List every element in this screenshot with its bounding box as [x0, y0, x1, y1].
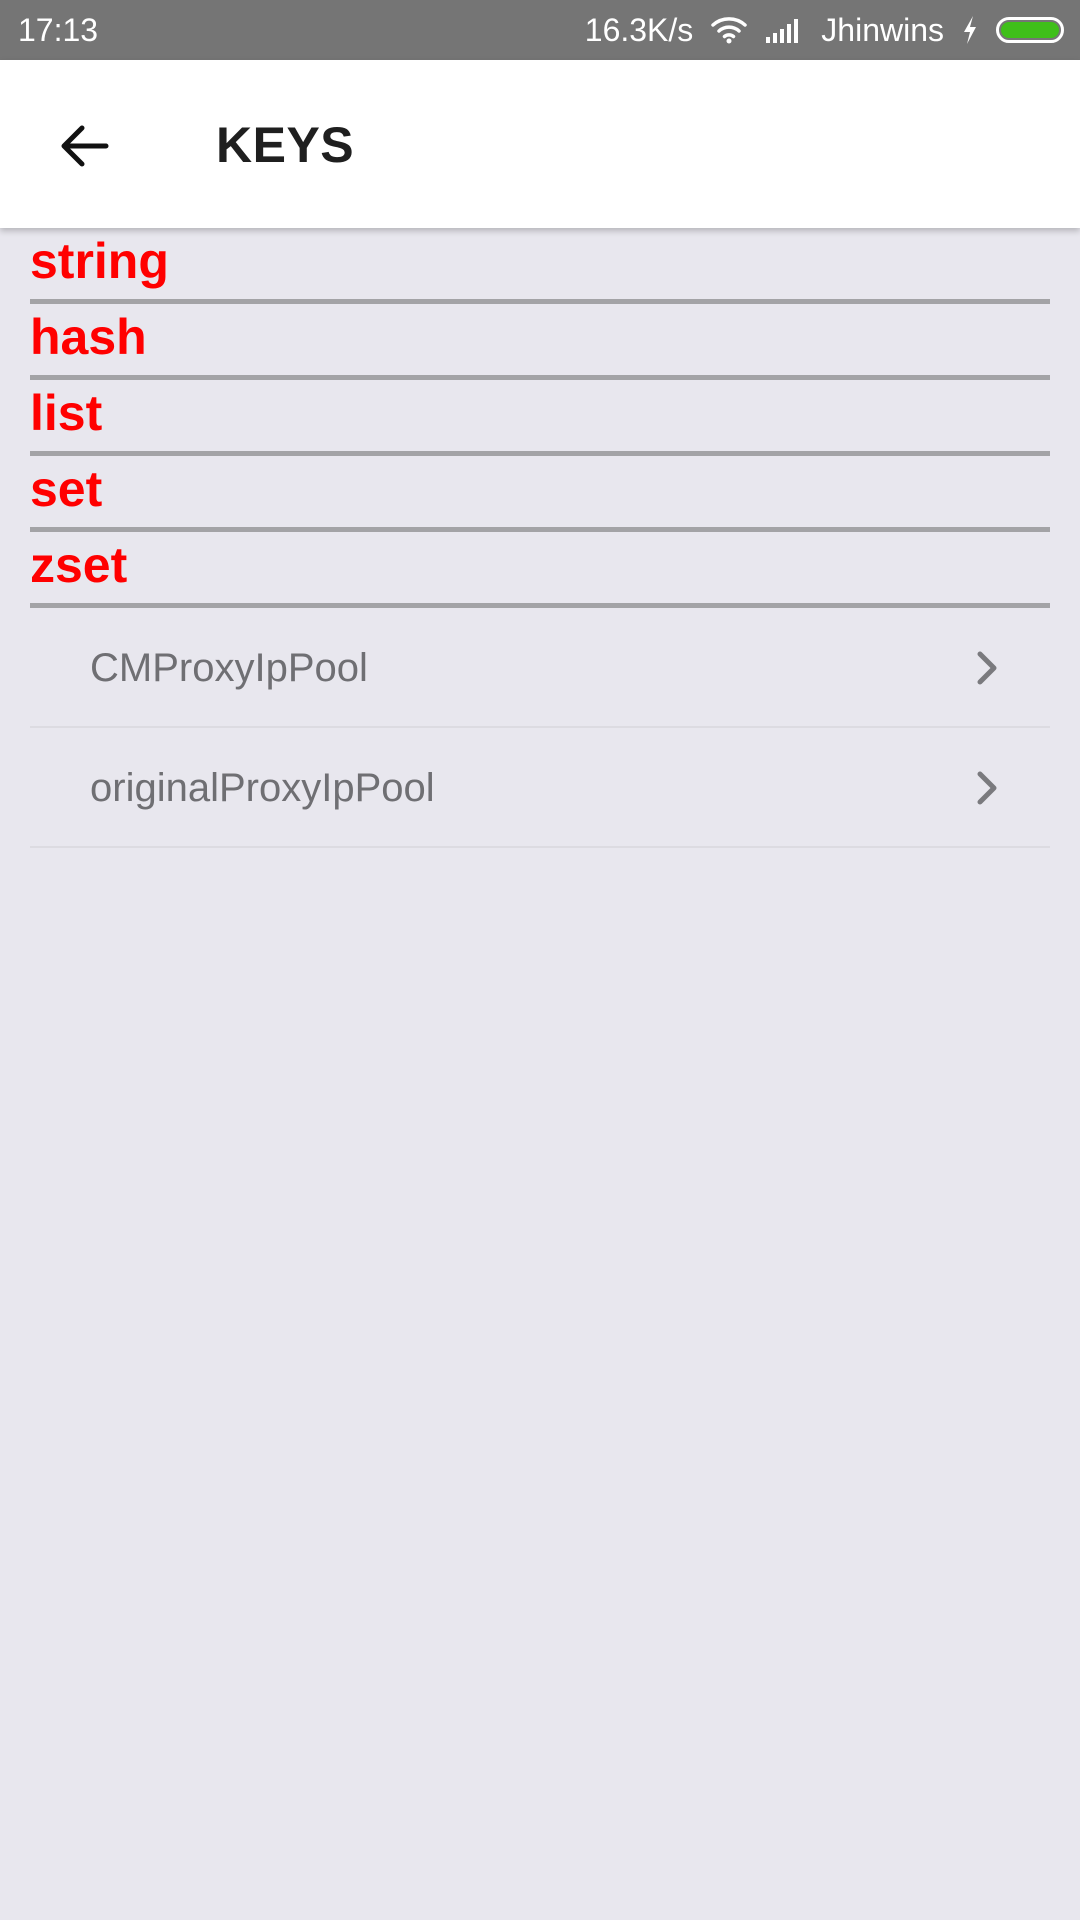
category-label: hash	[30, 309, 147, 365]
back-button[interactable]	[48, 110, 120, 182]
status-right-group: 16.3K/s Jhinwins	[585, 12, 1064, 49]
carrier-name: Jhinwins	[821, 11, 944, 48]
category-label: string	[30, 233, 169, 289]
category-label: zset	[30, 537, 128, 593]
battery-icon	[996, 17, 1064, 43]
key-item-originalproxyippool[interactable]: originalProxyIpPool	[30, 728, 1050, 848]
net-speed: 16.3K/s	[584, 11, 694, 48]
key-list: CMProxyIpPool originalProxyIpPool	[30, 608, 1050, 848]
arrow-left-icon	[61, 125, 109, 167]
key-item-cmproxyippool[interactable]: CMProxyIpPool	[30, 608, 1050, 728]
category-set[interactable]: set	[30, 456, 1050, 532]
keys-content: string hash list set zset CMProxyIpPool …	[30, 228, 1050, 848]
charging-icon	[962, 15, 978, 45]
status-bar: 17:13 16.3K/s Jhinwins	[0, 0, 1080, 60]
wifi-icon	[711, 16, 748, 44]
app-bar: KEYS	[0, 60, 1080, 228]
category-label: set	[30, 461, 103, 517]
category-zset[interactable]: zset	[30, 532, 1050, 608]
signal-icon	[765, 17, 803, 43]
category-hash[interactable]: hash	[30, 304, 1050, 380]
key-label: CMProxyIpPool	[90, 646, 368, 690]
chevron-right-icon	[977, 651, 997, 685]
category-list[interactable]: list	[30, 380, 1050, 456]
chevron-right-icon	[977, 771, 997, 805]
category-string[interactable]: string	[30, 228, 1050, 304]
battery-level	[1001, 22, 1059, 38]
status-time: 17:13	[18, 11, 99, 48]
page-title: KEYS	[216, 117, 355, 173]
key-label: originalProxyIpPool	[90, 766, 435, 810]
category-label: list	[30, 385, 103, 441]
